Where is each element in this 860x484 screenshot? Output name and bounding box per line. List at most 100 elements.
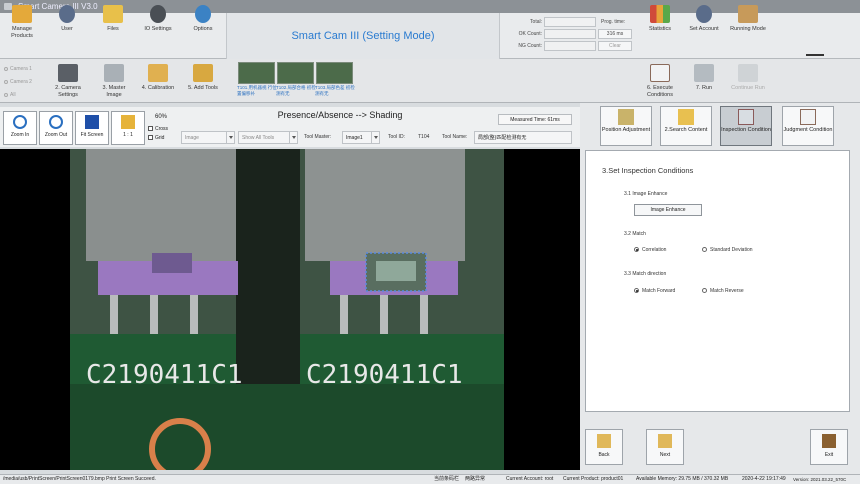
- image-select[interactable]: Image: [181, 131, 235, 144]
- step-calibration-button[interactable]: 4. Calibration: [138, 62, 178, 104]
- available-memory: Available Memory: 29.75 MB / 370.32 MB: [636, 476, 729, 482]
- tool-id-label: Tool ID:: [388, 134, 405, 140]
- match-header: 3.2 Match: [624, 231, 646, 237]
- standard-deviation-radio[interactable]: Standard Deviation: [702, 247, 753, 253]
- tab-inspection-condition[interactable]: Inspection Condition: [720, 106, 772, 146]
- user-icon: [59, 5, 75, 23]
- pcb-image: C2190411C1 C2190411C1: [70, 149, 504, 470]
- status-barcode: 当前条码栏: [434, 476, 460, 482]
- tool-caption-t102: T102.局部合格 初检测有无: [276, 85, 316, 96]
- tool-caption-t103: T103.局部色差 初检测有无: [315, 85, 355, 96]
- inspection-settings-panel: [585, 150, 850, 412]
- files-icon: [103, 5, 123, 23]
- bar-chart-icon: [650, 5, 670, 23]
- radio-icon: [4, 93, 8, 97]
- tool-name-label: Tool Name:: [442, 134, 468, 140]
- pcb-label-right: C2190411C1: [306, 360, 463, 390]
- ng-count-label: NG Count:: [518, 43, 542, 49]
- run-icon: [694, 64, 714, 82]
- show-tools-select[interactable]: Show All Tools: [238, 131, 298, 144]
- set-account-button[interactable]: Set Account: [686, 3, 722, 45]
- zoom-level: 60%: [155, 114, 168, 120]
- radio-icon: [4, 67, 8, 71]
- tool-master-label: Tool Master:: [304, 134, 332, 140]
- match-forward-radio[interactable]: Match Forward: [634, 288, 675, 294]
- camera-1-radio[interactable]: Camera 1: [4, 66, 32, 72]
- ok-count-field: [544, 29, 596, 39]
- account-icon: [696, 5, 712, 23]
- zoom-in-icon: [13, 115, 27, 129]
- cross-checkbox[interactable]: Cross: [148, 126, 168, 132]
- back-button[interactable]: Back: [585, 429, 623, 465]
- image-enhance-button[interactable]: Image Enhance: [634, 204, 702, 216]
- pcb-label-left: C2190411C1: [86, 360, 243, 390]
- master-image-icon: [104, 64, 124, 82]
- actual-size-icon: [121, 115, 135, 129]
- status-message: /media/usb/PrintScreen/PrintScreen0179.b…: [3, 476, 156, 482]
- pencil-icon: [148, 64, 168, 82]
- menu-icon[interactable]: [806, 54, 824, 56]
- tool-id-value: T104: [418, 134, 430, 140]
- step-camera-settings-button[interactable]: 2. Camera Settings: [50, 62, 86, 104]
- next-button[interactable]: Next: [646, 429, 684, 465]
- step-master-image-button[interactable]: 3. Master Image: [96, 62, 132, 104]
- grid-checkbox[interactable]: Grid: [148, 135, 164, 141]
- files-button[interactable]: Files: [96, 3, 130, 45]
- position-icon: [618, 109, 634, 125]
- options-button[interactable]: Options: [186, 3, 220, 45]
- tool-caption-t101: T101.用机器视 行位置偏移补: [237, 85, 277, 96]
- total-count-field: [544, 17, 596, 27]
- tool-thumbnail-t101[interactable]: [238, 62, 275, 84]
- fit-screen-button[interactable]: Fit Screen: [75, 111, 109, 145]
- match-reverse-radio[interactable]: Match Reverse: [702, 288, 744, 294]
- zoom-in-button[interactable]: Zoom In: [3, 111, 37, 145]
- radio-icon: [4, 80, 8, 84]
- step-add-tools-button[interactable]: 5. Add Tools: [184, 62, 222, 104]
- status-bar: /media/usb/PrintScreen/PrintScreen0179.b…: [0, 474, 860, 484]
- match-direction-header: 3.3 Match direction: [624, 271, 667, 277]
- tool-thumbnail-t102[interactable]: [277, 62, 314, 84]
- tab-position-adjustment[interactable]: Position Adjustment: [600, 106, 652, 146]
- user-button[interactable]: User: [50, 3, 84, 45]
- zoom-out-button[interactable]: Zoom Out: [39, 111, 73, 145]
- camera-2-radio[interactable]: Camera 2: [4, 79, 32, 85]
- camera-all-radio[interactable]: All: [4, 92, 16, 98]
- chevron-down-icon: [289, 132, 297, 143]
- continue-run-button[interactable]: Continue Run: [730, 62, 766, 104]
- folder-icon: [12, 5, 32, 23]
- step-run-button[interactable]: 7. Run: [686, 62, 722, 104]
- running-mode-button[interactable]: Running Mode: [730, 3, 766, 45]
- search-content-icon: [678, 109, 694, 125]
- checkbox-icon: [148, 135, 153, 140]
- tab-search-content[interactable]: 2.Search Content: [660, 106, 712, 146]
- actual-size-button[interactable]: 1 : 1: [111, 111, 145, 145]
- tool-name-field[interactable]: 局部(整)匹配检测有无: [474, 131, 572, 144]
- clear-button[interactable]: Clear: [598, 41, 632, 51]
- prog-time-value: 316 ms: [598, 29, 632, 39]
- camera-icon: [58, 64, 78, 82]
- version-info: Version: 2021.03.22_570C: [793, 477, 847, 482]
- exit-door-icon: [822, 434, 836, 448]
- tool-master-select[interactable]: Image1: [342, 131, 380, 144]
- manage-products-button[interactable]: Manage Products: [4, 3, 40, 45]
- continue-run-icon: [738, 64, 758, 82]
- radio-checked-icon: [634, 288, 639, 293]
- correlation-radio[interactable]: Correlation: [634, 247, 666, 253]
- page-title: Presence/Absence --> Shading: [277, 110, 403, 120]
- tool-thumbnail-t103[interactable]: [316, 62, 353, 84]
- chart-icon: [650, 64, 670, 82]
- ng-count-field: [544, 41, 596, 51]
- judgment-icon: [800, 109, 816, 125]
- statistics-button[interactable]: Statistics: [642, 3, 678, 45]
- chevron-down-icon: [226, 132, 234, 143]
- io-settings-button[interactable]: IO Settings: [140, 3, 176, 45]
- back-arrow-icon: [597, 434, 611, 448]
- tab-judgment-condition[interactable]: Judgment Condition: [782, 106, 834, 146]
- inspection-image[interactable]: C2190411C1 C2190411C1: [0, 149, 580, 470]
- step-execute-conditions-button[interactable]: 6. Execute Conditions: [642, 62, 678, 104]
- exit-button[interactable]: Exit: [810, 429, 848, 465]
- counts-panel: Total: Prog. time: OK Count: 316 ms NG Cou…: [502, 16, 637, 56]
- radio-icon: [702, 288, 707, 293]
- options-icon: [195, 5, 211, 23]
- current-product: Current Product: product01: [563, 476, 624, 482]
